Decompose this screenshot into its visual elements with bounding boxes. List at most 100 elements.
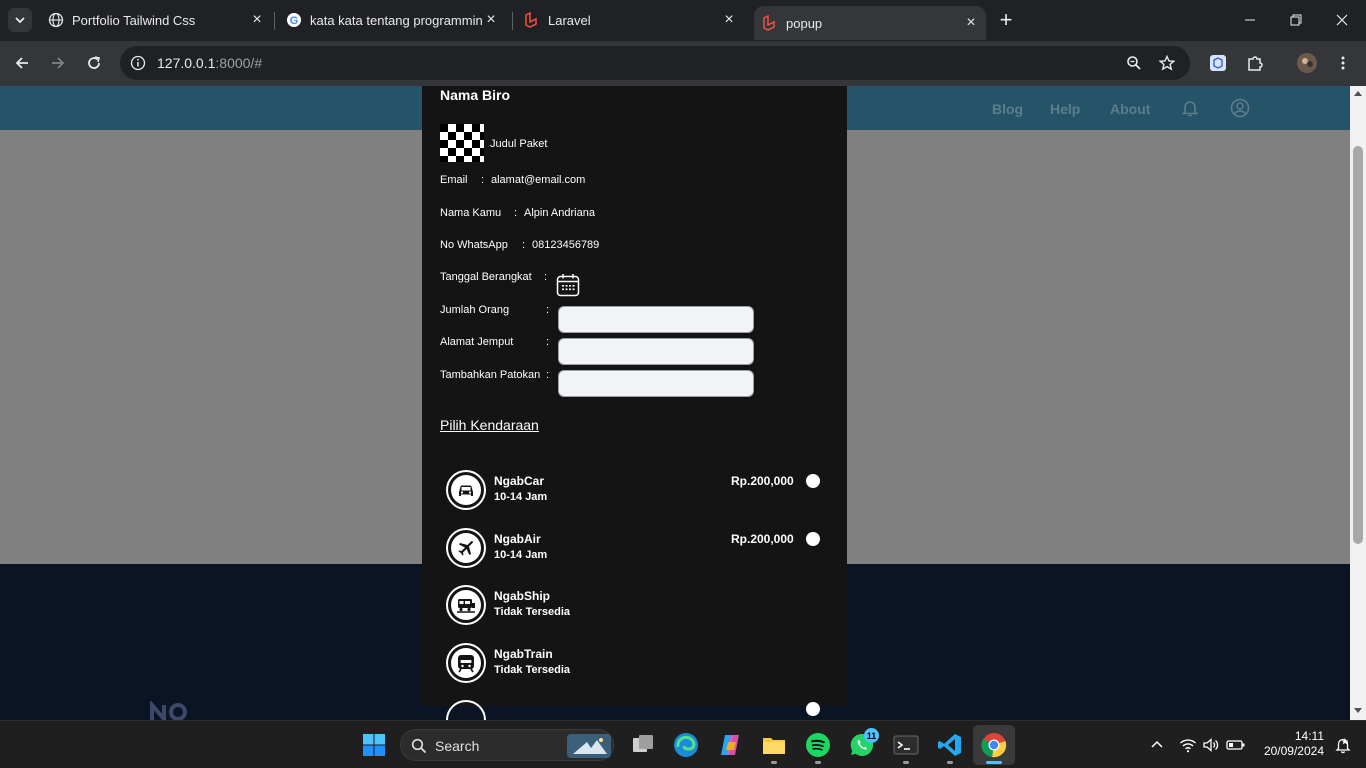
vehicle-option-car[interactable]: NgabCar 10-14 Jam Rp.200,000	[446, 470, 826, 512]
minimize-button[interactable]	[1238, 8, 1262, 32]
vehicle-duration: 10-14 Jam	[494, 549, 548, 561]
email-label: Email	[440, 174, 468, 186]
folder-icon	[763, 738, 785, 754]
running-indicator	[947, 761, 953, 764]
nav-link-about[interactable]: About	[1110, 101, 1150, 117]
more-vert-icon	[1341, 56, 1345, 70]
zoom-icon[interactable]	[1126, 55, 1142, 76]
address-bar[interactable]: 127.0.0.1:8000/#	[120, 46, 1190, 80]
calendar-icon[interactable]	[556, 273, 580, 297]
profile-button[interactable]	[1295, 51, 1319, 75]
vehicle-price: Rp.200,000	[731, 532, 794, 546]
browser-tab-strip: Portfolio Tailwind Css × G kata kata ten…	[0, 0, 1366, 41]
speaker-icon	[1203, 738, 1219, 752]
chrome-button[interactable]	[979, 730, 1009, 760]
tab-title: Portfolio Tailwind Css	[72, 12, 196, 28]
restore-button[interactable]	[1284, 8, 1308, 32]
tab-laravel[interactable]: Laravel ×	[516, 6, 744, 34]
close-icon[interactable]: ×	[482, 11, 500, 29]
arrow-right-icon	[52, 57, 65, 69]
search-label: Search	[435, 738, 480, 754]
tab-portfolio[interactable]: Portfolio Tailwind Css ×	[40, 6, 272, 34]
extension-button[interactable]	[1206, 51, 1230, 75]
scrollbar-thumb[interactable]	[1353, 146, 1363, 544]
pickup-address-input[interactable]	[558, 338, 754, 365]
notifications-button[interactable]	[1328, 730, 1358, 760]
puzzle-icon	[1248, 56, 1263, 71]
copilot-button[interactable]	[715, 730, 745, 760]
file-explorer-button[interactable]	[759, 730, 789, 760]
edge-button[interactable]	[671, 730, 701, 760]
tab-title: kata kata tentang programming	[310, 12, 482, 28]
spotify-button[interactable]	[803, 730, 833, 760]
vehicle-option-ship: NgabShip Tidak Tersedia	[446, 585, 826, 627]
scroll-up-arrow-icon[interactable]	[1354, 91, 1362, 96]
people-count-label: Jumlah Orang	[440, 304, 510, 316]
url-text: 127.0.0.1:8000/#	[157, 55, 262, 71]
bell-icon[interactable]	[1180, 98, 1200, 118]
restore-icon	[1290, 14, 1302, 26]
browser-toolbar: 127.0.0.1:8000/#	[0, 41, 1366, 86]
vehicle-name: NgabTrain	[494, 647, 553, 661]
running-indicator	[771, 761, 777, 764]
terminal-icon	[893, 735, 919, 755]
site-info-icon[interactable]	[130, 55, 146, 76]
ship-icon	[446, 585, 486, 625]
whatsapp-label: No WhatsApp	[440, 239, 508, 251]
colon: :	[514, 207, 518, 219]
bookmark-star-icon[interactable]	[1158, 54, 1176, 76]
svg-text:G: G	[290, 15, 299, 27]
landmark-input[interactable]	[558, 370, 754, 397]
train-icon	[446, 643, 486, 683]
browser-menu-button[interactable]	[1331, 51, 1355, 75]
reload-button[interactable]	[82, 51, 106, 75]
vehicle-duration: 10-14 Jam	[494, 491, 548, 503]
biro-name: Nama Biro	[440, 87, 511, 103]
extensions-menu-button[interactable]	[1243, 51, 1267, 75]
scroll-down-arrow-icon[interactable]	[1354, 708, 1362, 713]
tab-popup[interactable]: popup ×	[754, 6, 986, 40]
battery-button[interactable]	[1221, 730, 1251, 760]
minimize-icon	[1245, 19, 1255, 21]
colon: :	[544, 271, 548, 283]
chevron-down-icon	[15, 17, 25, 24]
forward-button[interactable]	[46, 51, 70, 75]
taskbar-search-box[interactable]: Search	[400, 729, 614, 761]
package-thumbnail	[440, 124, 484, 162]
back-button[interactable]	[10, 51, 34, 75]
people-count-input[interactable]	[558, 306, 754, 333]
terminal-button[interactable]	[891, 730, 921, 760]
new-tab-button[interactable]: +	[994, 7, 1018, 32]
nav-link-help[interactable]: Help	[1050, 101, 1080, 117]
vscode-button[interactable]	[935, 730, 965, 760]
car-icon	[446, 470, 486, 510]
close-icon[interactable]: ×	[720, 11, 738, 29]
close-window-button[interactable]	[1330, 8, 1354, 32]
active-indicator	[986, 761, 1002, 764]
vehicle-option-partial	[446, 700, 486, 720]
colon: :	[481, 174, 485, 186]
landmark-label: Tambahkan Patokan	[440, 369, 541, 381]
page-scrollbar[interactable]	[1350, 86, 1366, 720]
taskbar-clock[interactable]: 14:11 20/09/2024	[1260, 729, 1324, 759]
task-view-button[interactable]	[628, 730, 658, 760]
start-button[interactable]	[359, 730, 389, 760]
vehicle-availability: Tidak Tersedia	[494, 664, 571, 676]
tab-search-button[interactable]	[8, 8, 32, 32]
vehicle-availability: Tidak Tersedia	[494, 606, 571, 618]
user-circle-icon[interactable]	[1230, 98, 1250, 118]
search-icon	[411, 738, 427, 754]
tab-kata-kata[interactable]: G kata kata tentang programming ×	[278, 6, 506, 34]
running-indicator	[903, 761, 909, 764]
package-title: Judul Paket	[490, 138, 548, 150]
nav-link-blog[interactable]: Blog	[992, 101, 1023, 117]
airplane-icon	[446, 528, 486, 568]
close-icon[interactable]: ×	[248, 11, 266, 29]
vehicle-option-air[interactable]: NgabAir 10-14 Jam Rp.200,000	[446, 528, 826, 570]
colon: :	[546, 369, 550, 381]
close-icon[interactable]: ×	[962, 14, 980, 32]
show-hidden-icons-button[interactable]	[1142, 730, 1172, 760]
vehicle-radio[interactable]	[806, 474, 820, 488]
vehicle-radio[interactable]	[806, 702, 820, 716]
vehicle-radio[interactable]	[806, 532, 820, 546]
